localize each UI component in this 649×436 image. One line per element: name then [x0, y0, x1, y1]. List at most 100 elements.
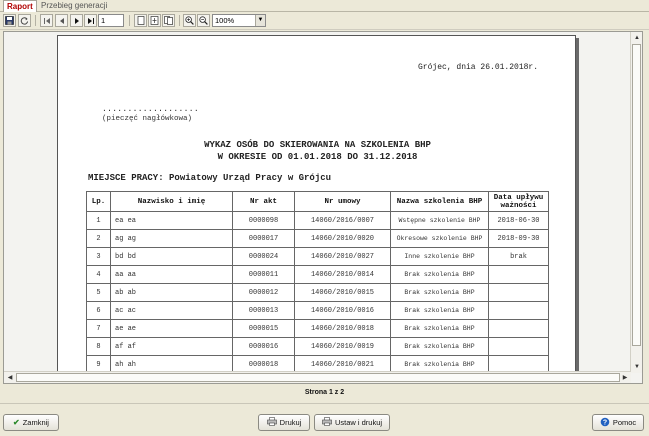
bottom-button-bar: ✔ Zamknij Drukuj Ustaw i drukuj ? Pomoc	[0, 403, 649, 436]
cell-data	[488, 265, 549, 284]
scroll-down-icon[interactable]: ▼	[632, 362, 642, 372]
print-button-label: Drukuj	[279, 418, 302, 427]
toolbar-separator	[179, 15, 180, 26]
checkmark-icon: ✔	[13, 418, 20, 427]
print-button[interactable]: Drukuj	[258, 414, 310, 431]
cell-data	[488, 301, 549, 320]
help-button[interactable]: ? Pomoc	[592, 414, 644, 431]
cell-name: ab ab	[110, 283, 233, 302]
save-icon[interactable]	[3, 14, 16, 27]
vertical-scrollbar[interactable]: ▲ ▼	[630, 32, 642, 373]
cell-name: ag ag	[110, 229, 233, 248]
setup-and-print-button[interactable]: Ustaw i drukuj	[314, 414, 390, 431]
cell-umowa: 14060/2010/0019	[294, 337, 391, 356]
last-page-icon[interactable]	[84, 14, 97, 27]
cell-szkolenie: Brak szkolenia BHP	[390, 265, 489, 284]
tab-bar: Raport Przebieg generacji	[0, 0, 649, 12]
cell-lp: 5	[86, 283, 111, 302]
zoom-in-icon[interactable]	[183, 14, 196, 27]
table-row: 4 aa aa 0000011 14060/2010/0014 Brak szkolen…	[86, 265, 549, 284]
report-period: W OKRESIE OD 01.01.2018 DO 31.12.2018	[217, 152, 418, 162]
cell-akt: 0000015	[232, 319, 295, 338]
zoom-value: 100%	[215, 16, 235, 25]
cell-name: ea ea	[110, 211, 233, 230]
cell-akt: 0000013	[232, 301, 295, 320]
col-akt: Nr akt	[232, 191, 295, 212]
cell-lp: 3	[86, 247, 111, 266]
table-row: 8 af af 0000016 14060/2010/0019 Brak szkolen…	[86, 337, 549, 356]
cell-data	[488, 319, 549, 338]
previous-page-icon[interactable]	[55, 14, 68, 27]
cell-szkolenie: Okresowe szkolenie BHP	[390, 229, 489, 248]
refresh-icon[interactable]	[18, 14, 31, 27]
cell-lp: 6	[86, 301, 111, 320]
report-title: WYKAZ OSÓB DO SKIEROWANIA NA SZKOLENIA B…	[204, 140, 431, 150]
svg-text:?: ?	[603, 419, 607, 426]
table-row: 3 bd bd 0000024 14060/2010/0027 Inne szkolen…	[86, 247, 549, 266]
cell-szkolenie: Inne szkolenie BHP	[390, 247, 489, 266]
table-row: 2 ag ag 0000017 14060/2010/0020 Okresowe szk…	[86, 229, 549, 248]
cell-akt: 0000024	[232, 247, 295, 266]
next-page-icon[interactable]	[70, 14, 83, 27]
cell-akt: 0000017	[232, 229, 295, 248]
cell-data	[488, 337, 549, 356]
page-indicator: Strona 1 z 2	[304, 389, 345, 396]
table-row: 5 ab ab 0000012 14060/2010/0015 Brak szkolen…	[86, 283, 549, 302]
zoom-out-icon[interactable]	[197, 14, 210, 27]
page-width-icon[interactable]	[148, 14, 161, 27]
cell-name: aa aa	[110, 265, 233, 284]
multiple-pages-icon[interactable]	[162, 14, 175, 27]
table-row: 6 ac ac 0000013 14060/2010/0016 Brak szkolen…	[86, 301, 549, 320]
cell-szkolenie: Brak szkolenia BHP	[390, 337, 489, 356]
close-button-label: Zamknij	[22, 418, 49, 427]
report-page: Grójec, dnia 26.01.2018r. ..............…	[57, 35, 576, 383]
col-umowa: Nr umowy	[294, 191, 391, 212]
tab-przebieg-generacji[interactable]: Przebieg generacji	[38, 0, 126, 12]
scroll-right-icon[interactable]: ▶	[620, 373, 630, 383]
place-of-work: MIEJSCE PRACY: Powiatowy Urząd Pracy w G…	[88, 173, 332, 183]
cell-umowa: 14060/2010/0016	[294, 301, 391, 320]
stamp-placeholder-line: ...................	[102, 105, 199, 114]
cell-akt: 0000012	[232, 283, 295, 302]
toolbar-separator	[129, 15, 130, 26]
cell-name: ae ae	[110, 319, 233, 338]
cell-umowa: 14060/2010/0027	[294, 247, 391, 266]
help-button-label: Pomoc	[612, 418, 637, 427]
cell-lp: 2	[86, 229, 111, 248]
zoom-select[interactable]: 100% ▼	[212, 14, 266, 27]
report-preview-area[interactable]: Grójec, dnia 26.01.2018r. ..............…	[3, 31, 643, 384]
col-szkolenie: Nazwa szkolenia BHP	[390, 191, 489, 212]
cell-szkolenie: Brak szkolenia BHP	[390, 301, 489, 320]
cell-szkolenie: Brak szkolenia BHP	[390, 283, 489, 302]
cell-umowa: 14060/2016/0007	[294, 211, 391, 230]
col-name: Nazwisko i imię	[110, 191, 233, 212]
place-and-date: Grójec, dnia 26.01.2018r.	[418, 63, 539, 72]
horizontal-scroll-thumb[interactable]	[16, 373, 620, 382]
horizontal-scrollbar[interactable]: ◀ ▶	[4, 371, 631, 383]
chevron-down-icon[interactable]: ▼	[255, 15, 265, 26]
cell-akt: 0000098	[232, 211, 295, 230]
first-page-icon[interactable]	[40, 14, 53, 27]
col-lp: Lp.	[86, 191, 111, 212]
cell-data: brak	[488, 247, 549, 266]
scroll-left-icon[interactable]: ◀	[5, 373, 15, 383]
cell-data: 2018-06-30	[488, 211, 549, 230]
cell-szkolenie: Brak szkolenia BHP	[390, 319, 489, 338]
cell-data: 2018-09-30	[488, 229, 549, 248]
preview-toolbar: 1 100% ▼	[0, 12, 649, 30]
cell-umowa: 14060/2010/0018	[294, 319, 391, 338]
cell-lp: 7	[86, 319, 111, 338]
scroll-up-icon[interactable]: ▲	[632, 33, 642, 43]
stamp-label: (pieczęć nagłówkowa)	[102, 115, 193, 123]
printer-icon	[266, 417, 277, 428]
cell-szkolenie: Wstępne szkolenie BHP	[390, 211, 489, 230]
single-page-icon[interactable]	[134, 14, 147, 27]
setup-and-print-button-label: Ustaw i drukuj	[334, 418, 383, 427]
table-header-row: Lp. Nazwisko i imię Nr akt Nr umowy Nazw…	[86, 191, 549, 212]
table-row: 7 ae ae 0000015 14060/2010/0018 Brak szkolen…	[86, 319, 549, 338]
page-number-input[interactable]: 1	[98, 14, 124, 27]
vertical-scroll-thumb[interactable]	[632, 44, 641, 346]
cell-akt: 0000011	[232, 265, 295, 284]
tab-raport[interactable]: Raport	[3, 0, 37, 12]
close-button[interactable]: ✔ Zamknij	[3, 414, 59, 431]
